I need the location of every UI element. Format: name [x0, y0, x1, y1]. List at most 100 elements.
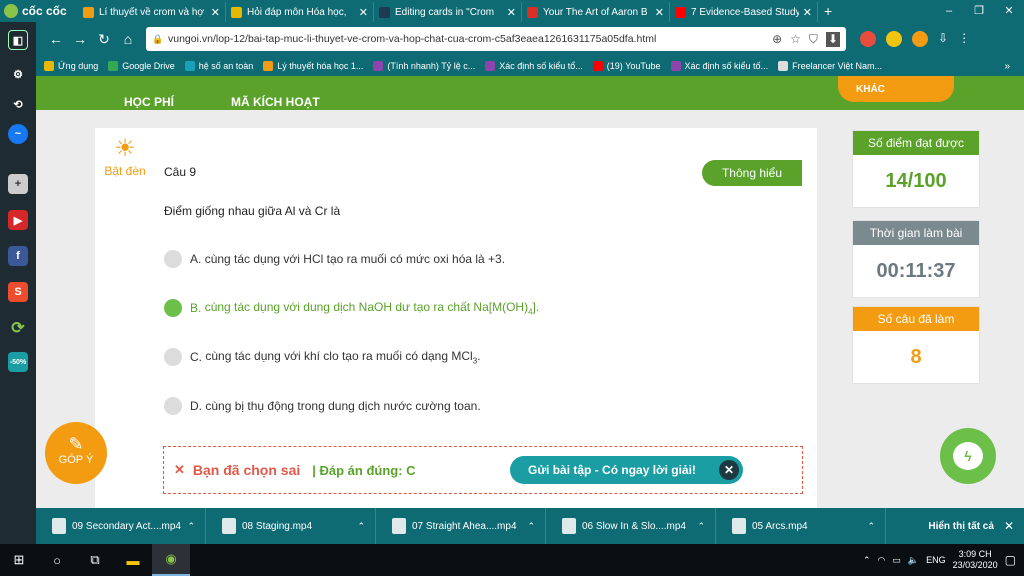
shield-icon[interactable]: ⛉	[809, 32, 818, 47]
close-icon[interactable]: ✕	[719, 460, 739, 480]
nav-activation-link[interactable]: MÃ KÍCH HOẠT	[231, 95, 320, 109]
history-icon[interactable]: ⟲	[8, 94, 28, 114]
browser-tab[interactable]: Hỏi đáp môn Hóa học, ✕	[226, 2, 374, 22]
task-view-icon[interactable]: ⧉	[76, 544, 114, 576]
answer-option[interactable]: D. cùng bị thụ động trong dung dịch nước…	[164, 397, 481, 415]
download-item[interactable]: 05 Arcs.mp4 ⌃	[716, 508, 886, 544]
chevron-up-icon[interactable]: ⌃	[187, 521, 195, 532]
radio-icon[interactable]	[164, 348, 182, 366]
messenger-chat-button[interactable]: ϟ	[940, 428, 996, 484]
close-window-icon[interactable]: ✕	[994, 0, 1024, 22]
download-icon[interactable]: ⬇	[825, 31, 840, 47]
bookmark-item[interactable]: Lý thuyết hóa học 1...	[263, 61, 363, 71]
file-explorer-icon[interactable]: ▬	[114, 544, 152, 576]
download-item[interactable]: 06 Slow In & Slo....mp4 ⌃	[546, 508, 716, 544]
address-bar[interactable]: 🔒 vungoi.vn/lop-12/bai-tap-muc-li-thuyet…	[146, 27, 846, 51]
time-label: Thời gian làm bài	[853, 221, 979, 245]
messenger-icon: ϟ	[953, 442, 983, 470]
answer-option[interactable]: A. cùng tác dụng với HCl tạo ra muối có …	[164, 250, 505, 268]
bookmark-item[interactable]: hệ số an toàn	[184, 61, 253, 71]
bookmark-item[interactable]: Ứng dụng	[44, 61, 98, 71]
download-item[interactable]: 08 Staging.mp4 ⌃	[206, 508, 376, 544]
new-tab-button[interactable]: +	[824, 3, 832, 19]
bookmark-label: Google Drive	[122, 61, 175, 71]
facebook-sidebar-icon[interactable]: f	[8, 246, 28, 266]
maximize-icon[interactable]: ❐	[964, 0, 994, 22]
more-bookmarks-icon[interactable]: »	[1004, 61, 1010, 72]
shopee-sidebar-icon[interactable]: S	[8, 282, 28, 302]
chevron-up-icon[interactable]: ⌃	[357, 521, 365, 532]
bookmark-item[interactable]: Freelancer Việt Nam...	[778, 61, 882, 71]
bookmark-item[interactable]: Xác định số kiểu tổ...	[485, 61, 583, 71]
tab-close-icon[interactable]: ✕	[507, 6, 516, 19]
bookmark-item[interactable]: (Tính nhanh) Tỷ lệ c...	[373, 61, 475, 71]
windows-start-icon[interactable]: ⊞	[0, 544, 38, 576]
reload-icon[interactable]: ↻	[92, 31, 116, 48]
radio-icon[interactable]	[164, 397, 182, 415]
show-all-downloads-button[interactable]: Hiển thị tất cả	[928, 521, 994, 532]
browser-tab[interactable]: Lí thuyết về crom và hợ ✕	[78, 2, 226, 22]
clock[interactable]: 3:09 CH 23/03/2020	[953, 549, 998, 571]
bookmark-star-icon[interactable]: ☆	[790, 32, 801, 47]
clock-date: 23/03/2020	[952, 560, 998, 570]
bookmark-item[interactable]: Google Drive	[108, 61, 175, 71]
url-text[interactable]: vungoi.vn/lop-12/bai-tap-muc-li-thuyet-v…	[168, 33, 772, 45]
add-sidebar-icon[interactable]: +	[8, 174, 28, 194]
chevron-up-icon[interactable]: ⌃	[527, 521, 535, 532]
messenger-sidebar-icon[interactable]: ~	[8, 124, 28, 144]
forward-icon[interactable]: →	[68, 31, 92, 47]
back-icon[interactable]: ←	[44, 31, 68, 47]
bookmark-label: Xác định số kiểu tố...	[684, 61, 769, 71]
sidebar-toggle-icon[interactable]: ◧	[8, 30, 28, 50]
submit-button[interactable]: Gửi bài tập - Có ngay lời giải! ✕	[510, 456, 743, 484]
home-icon[interactable]: ⌂	[116, 31, 140, 47]
menu-icon[interactable]: ⋮	[958, 31, 970, 47]
answer-option[interactable]: B. cùng tác dụng với dung dịch NaOH dư t…	[164, 299, 539, 317]
tab-close-icon[interactable]: ✕	[211, 6, 220, 19]
tab-close-icon[interactable]: ✕	[803, 6, 812, 19]
tiki-sidebar-icon[interactable]: -50%	[8, 352, 28, 372]
battery-icon[interactable]: ▭	[892, 555, 901, 566]
minimize-icon[interactable]: –	[934, 0, 964, 22]
chevron-up-icon[interactable]: ⌃	[867, 521, 875, 532]
notification-icon[interactable]: ▢	[1005, 553, 1016, 567]
bookmark-item[interactable]: Xác định số kiểu tố...	[670, 61, 769, 71]
radio-icon[interactable]	[164, 250, 182, 268]
coccoc-leaf-icon[interactable]: ⟳	[8, 318, 28, 338]
browser-tab[interactable]: Editing cards in "Crom ✕	[374, 2, 522, 22]
browser-tab[interactable]: Your The Art of Aaron B ✕	[522, 2, 670, 22]
wifi-icon[interactable]: ◠	[878, 555, 886, 566]
download-item[interactable]: 07 Straight Ahea....mp4 ⌃	[376, 508, 546, 544]
tab-close-icon[interactable]: ✕	[655, 6, 664, 19]
extension-yellow-icon[interactable]	[886, 31, 902, 47]
browser-tab[interactable]: 7 Evidence-Based Study ✕	[670, 2, 818, 22]
download-filename: 05 Arcs.mp4	[752, 520, 808, 532]
volume-icon[interactable]: 🔈	[908, 555, 919, 566]
zoom-icon[interactable]: ⊕	[772, 32, 782, 47]
download-status-icon[interactable]: ⇩	[938, 31, 948, 47]
answer-option[interactable]: C. cùng tác dụng với khí clo tạo ra muối…	[164, 348, 480, 366]
file-icon	[52, 518, 66, 534]
tray-chevron-icon[interactable]: ⌃	[863, 555, 871, 566]
download-filename: 08 Staging.mp4	[242, 520, 313, 532]
coccoc-taskbar-icon[interactable]: ◉	[152, 544, 190, 576]
feedback-button[interactable]: ✎ GÓP Ý	[45, 422, 107, 484]
bookmark-label: (Tính nhanh) Tỷ lệ c...	[387, 61, 476, 71]
close-downloads-icon[interactable]: ✕	[1004, 519, 1014, 533]
tab-close-icon[interactable]: ✕	[359, 6, 368, 19]
extension-red-icon[interactable]	[860, 31, 876, 47]
nav-fee-link[interactable]: HỌC PHÍ	[124, 95, 174, 109]
chevron-up-icon[interactable]: ⌃	[697, 521, 705, 532]
search-icon[interactable]: ○	[38, 544, 76, 576]
coccoc-brand[interactable]: cốc cốc	[0, 0, 78, 22]
language-indicator[interactable]: ENG	[926, 555, 946, 565]
radio-icon[interactable]	[164, 299, 182, 317]
settings-icon[interactable]: ⚙	[8, 64, 28, 84]
download-item[interactable]: 09 Secondary Act....mp4 ⌃	[36, 508, 206, 544]
youtube-sidebar-icon[interactable]: ▶	[8, 210, 28, 230]
site-header: HỌC PHÍ MÃ KÍCH HOẠT KHÁC	[36, 76, 1024, 110]
nav-other-button[interactable]: KHÁC	[838, 76, 954, 102]
bookmark-item[interactable]: (19) YouTube	[592, 61, 661, 71]
light-toggle[interactable]: ☀ Bật đèn	[100, 136, 150, 179]
extension-orange-icon[interactable]	[912, 31, 928, 47]
